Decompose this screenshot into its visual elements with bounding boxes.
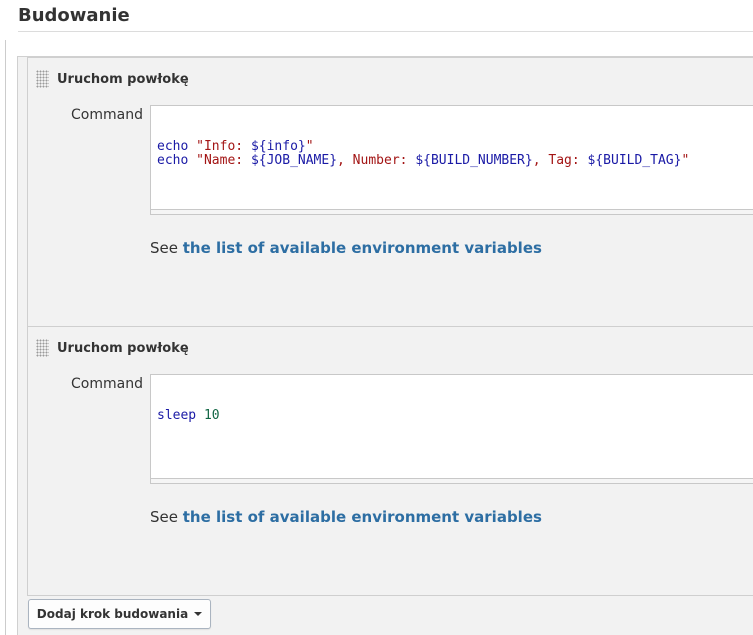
help-prefix: See: [150, 508, 183, 526]
step-title: Uruchom powłokę: [57, 72, 189, 87]
env-variables-link[interactable]: the list of available environment variab…: [183, 508, 542, 526]
add-build-step-label: Dodaj krok budowania: [36, 607, 189, 621]
code-token: ": [305, 139, 314, 154]
section-title: Budowanie: [18, 5, 130, 26]
command-label: Command: [71, 376, 143, 392]
env-variables-link[interactable]: the list of available environment variab…: [183, 239, 542, 257]
caret-down-icon: [194, 612, 203, 616]
code-token: "Info:: [196, 139, 251, 154]
code-token: "Name:: [196, 153, 251, 168]
code-token: ": [681, 153, 690, 168]
editor-resize-handle[interactable]: [151, 478, 753, 483]
editor-resize-handle[interactable]: [151, 209, 753, 214]
drag-handle-icon[interactable]: [36, 339, 49, 357]
code-token: echo: [157, 153, 189, 168]
code-token: echo: [157, 139, 189, 154]
command-code: echo "Info: ${info}" echo "Name: ${JOB_NA…: [157, 140, 753, 168]
code-token: , Tag:: [532, 153, 588, 168]
code-token: sleep: [157, 408, 197, 423]
help-text: See the list of available environment va…: [150, 239, 542, 257]
left-rail: [5, 40, 6, 635]
code-line: echo "Info: ${info}": [157, 140, 753, 154]
build-step: Uruchom powłokę Command echo "Info: ${in…: [27, 57, 753, 326]
step-title: Uruchom powłokę: [57, 341, 189, 356]
help-text: See the list of available environment va…: [150, 508, 542, 526]
code-line: sleep 10: [157, 409, 753, 423]
code-token: ${BUILD_TAG}: [587, 153, 682, 168]
code-token: 10: [203, 408, 220, 423]
drag-handle-icon[interactable]: [36, 70, 49, 88]
title-divider: [18, 31, 753, 32]
code-token: ${JOB_NAME}: [250, 153, 338, 168]
help-prefix: See: [150, 239, 183, 257]
code-token: ${BUILD_NUMBER}: [415, 153, 533, 168]
code-line: echo "Name: ${JOB_NAME}, Number: ${BUILD…: [157, 154, 753, 168]
code-token: ${info}: [250, 139, 306, 154]
add-build-step-button[interactable]: Dodaj krok budowania: [28, 599, 211, 629]
command-editor[interactable]: echo "Info: ${info}" echo "Name: ${JOB_NA…: [150, 105, 753, 215]
command-label: Command: [71, 107, 143, 123]
build-steps-container: Uruchom powłokę Command echo "Info: ${in…: [17, 56, 753, 635]
steps-divider: [27, 595, 753, 596]
command-code: sleep 10: [157, 409, 753, 423]
command-editor[interactable]: sleep 10: [150, 374, 753, 484]
build-step: Uruchom powłokę Command sleep 10 See the…: [27, 326, 753, 596]
code-token: , Number:: [337, 153, 416, 168]
